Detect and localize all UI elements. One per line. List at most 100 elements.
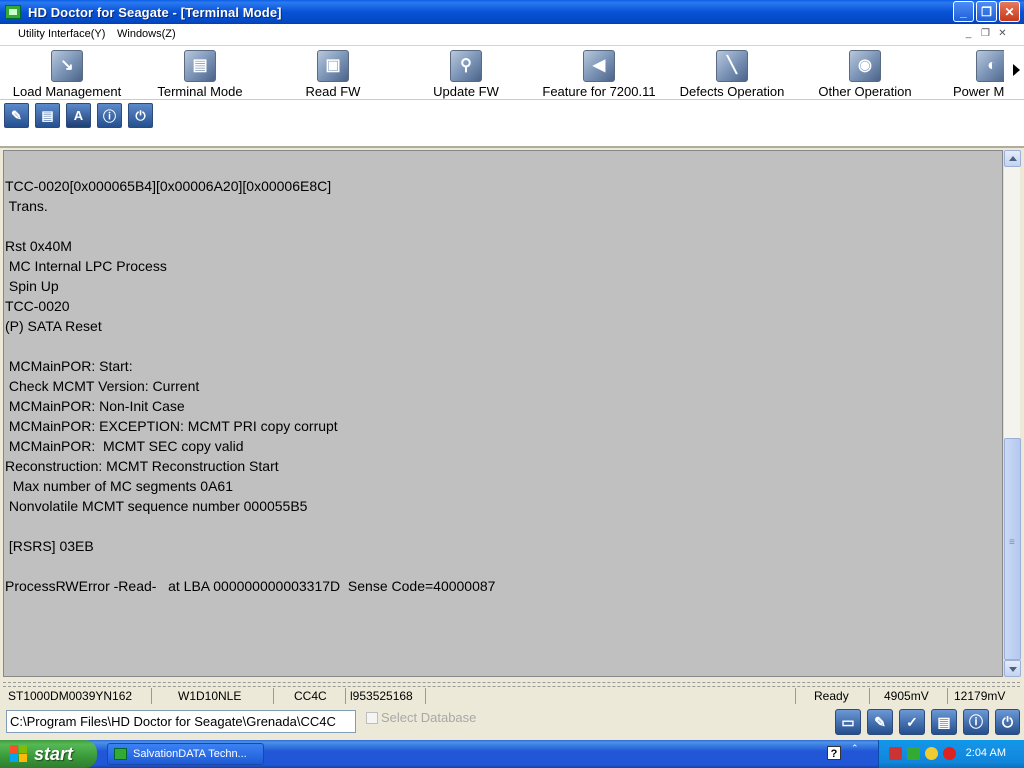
monitor-icon[interactable]: [907, 747, 920, 760]
taskbar-app-button[interactable]: SalvationDATA Techn...: [107, 743, 264, 765]
taskbar-app-label: SalvationDATA Techn...: [133, 748, 247, 760]
status-model: ST1000DM0039YN162: [4, 688, 152, 704]
info-icon: ⓘ: [969, 714, 983, 730]
defects-operation-label: Defects Operation: [679, 84, 785, 99]
feature-7200-button[interactable]: ◀ Feature for 7200.11: [530, 50, 668, 99]
load-management-label: Load Management: [12, 84, 122, 99]
status-serial: W1D10NLE: [152, 688, 274, 704]
terminal-line: MCMainPOR: EXCEPTION: MCMT PRI copy corr…: [5, 418, 338, 434]
power-management-label: Power M: [953, 84, 1004, 99]
load-management-button[interactable]: ↘ Load Management: [6, 50, 128, 99]
status-bar: ST1000DM0039YN162 W1D10NLE CC4C l9535251…: [0, 682, 1024, 704]
edit-icon: ✎: [11, 107, 22, 123]
power-management-button[interactable]: ◐ Power M: [950, 50, 1004, 99]
mdi-close-button[interactable]: ✕: [996, 28, 1009, 40]
help-icon[interactable]: ?: [827, 746, 841, 760]
terminal-line: TCC-0020: [5, 298, 70, 314]
feature-7200-label: Feature for 7200.11: [542, 84, 656, 99]
start-button[interactable]: start: [0, 740, 97, 768]
save-path-button[interactable]: ▤: [931, 709, 957, 735]
splitter[interactable]: [3, 682, 1020, 687]
load-management-icon: ↘: [51, 50, 83, 82]
firmware-path-field[interactable]: C:\Program Files\HD Doctor for Seagate\G…: [6, 710, 356, 733]
path-row: C:\Program Files\HD Doctor for Seagate\G…: [0, 704, 1024, 740]
secondary-toolbar: ✎ ▤ A ⓘ ⏻: [0, 100, 1024, 148]
power-button[interactable]: ⏻: [128, 103, 153, 128]
mdi-minimize-button[interactable]: _: [962, 28, 975, 40]
toolbar-scroll-right-icon[interactable]: [1013, 64, 1020, 76]
folder-icon: ▭: [841, 713, 855, 730]
power-icon: ⏻: [1001, 713, 1014, 730]
terminal-line: MCMainPOR: Non-Init Case: [5, 398, 185, 414]
terminal-output[interactable]: TCC-0020[0x000065B4][0x00006A20][0x00006…: [3, 150, 1003, 677]
defects-icon: ╲: [716, 50, 748, 82]
terminal-line: Nonvolatile MCMT sequence number 000055B…: [5, 498, 308, 514]
menu-utility-interface[interactable]: Utility Interface(Y): [18, 28, 105, 40]
update-fw-button[interactable]: ⚲ Update FW: [420, 50, 512, 99]
info-button[interactable]: ⓘ: [97, 103, 122, 128]
save-button[interactable]: ▤: [35, 103, 60, 128]
window-title: HD Doctor for Seagate - [Terminal Mode]: [28, 4, 282, 20]
other-operation-button[interactable]: ◉ Other Operation: [806, 50, 924, 99]
terminal-scrollbar[interactable]: [1003, 150, 1021, 677]
menu-bar: Utility Interface(Y) Windows(Z) _ ❐ ✕: [0, 24, 1024, 46]
menu-windows[interactable]: Windows(Z): [117, 28, 176, 40]
info-icon: ⓘ: [102, 109, 116, 124]
terminal-line: Check MCMT Version: Current: [5, 378, 200, 394]
power-icon: ⏻: [135, 107, 146, 123]
status-voltage-5v: 4905mV: [870, 688, 948, 704]
save-icon: ▤: [41, 107, 54, 123]
clock: 2:04 AM: [965, 747, 1006, 759]
font-button[interactable]: A: [66, 103, 91, 128]
read-fw-label: Read FW: [305, 84, 361, 99]
other-operation-icon: ◉: [849, 50, 881, 82]
scroll-thumb[interactable]: [1004, 438, 1021, 660]
select-database-checkbox[interactable]: [366, 712, 378, 724]
app-icon: [114, 748, 127, 760]
messenger-icon[interactable]: [925, 747, 938, 760]
read-fw-icon: ▣: [317, 50, 349, 82]
security-shield-icon[interactable]: [943, 747, 956, 760]
save-icon: ▤: [937, 713, 951, 730]
terminal-line: Max number of MC segments 0A61: [5, 478, 233, 494]
scroll-down-icon[interactable]: [1004, 660, 1021, 677]
terminal-line: Reconstruction: MCMT Reconstruction Star…: [5, 458, 279, 474]
other-operation-label: Other Operation: [818, 84, 912, 99]
check-icon: ✓: [906, 713, 918, 730]
title-bar[interactable]: HD Doctor for Seagate - [Terminal Mode] …: [0, 0, 1024, 24]
edit-path-button[interactable]: ✎: [867, 709, 893, 735]
edit-icon: ✎: [874, 713, 886, 730]
app-icon: [5, 5, 21, 19]
scroll-up-icon[interactable]: [1004, 150, 1021, 167]
main-toolbar: ↘ Load Management ▤ Terminal Mode ▣ Read…: [0, 46, 1024, 100]
info-path-button[interactable]: ⓘ: [963, 709, 989, 735]
tray-expand-icon[interactable]: ⌃: [851, 744, 859, 753]
power-icon: ◐: [976, 50, 1004, 82]
terminal-line: TCC-0020[0x000065B4][0x00006A20][0x00006…: [5, 178, 332, 194]
edit-button[interactable]: ✎: [4, 103, 29, 128]
system-tray: 2:04 AM: [878, 740, 1024, 768]
terminal-line: Trans.: [5, 198, 48, 214]
defects-operation-button[interactable]: ╲ Defects Operation: [670, 50, 794, 99]
terminal-line: MCMainPOR: MCMT SEC copy valid: [5, 438, 244, 454]
network-icon[interactable]: [889, 747, 902, 760]
font-icon: A: [73, 108, 84, 123]
mdi-restore-button[interactable]: ❐: [979, 28, 992, 40]
terminal-mode-label: Terminal Mode: [157, 84, 243, 99]
terminal-line: MC Internal LPC Process: [5, 258, 167, 274]
terminal-line: Spin Up: [5, 278, 59, 294]
confirm-button[interactable]: ✓: [899, 709, 925, 735]
read-fw-button[interactable]: ▣ Read FW: [293, 50, 373, 99]
power-path-button[interactable]: ⏻: [995, 709, 1020, 735]
terminal-line: Rst 0x40M: [5, 238, 72, 254]
terminal-lines: TCC-0020[0x000065B4][0x00006A20][0x00006…: [5, 176, 495, 596]
terminal-line: (P) SATA Reset: [5, 318, 102, 334]
terminal-mode-button[interactable]: ▤ Terminal Mode: [150, 50, 250, 99]
restore-button[interactable]: ❐: [976, 1, 997, 22]
close-button[interactable]: ✕: [999, 1, 1020, 22]
open-folder-button[interactable]: ▭: [835, 709, 861, 735]
minimize-button[interactable]: _: [953, 1, 974, 22]
